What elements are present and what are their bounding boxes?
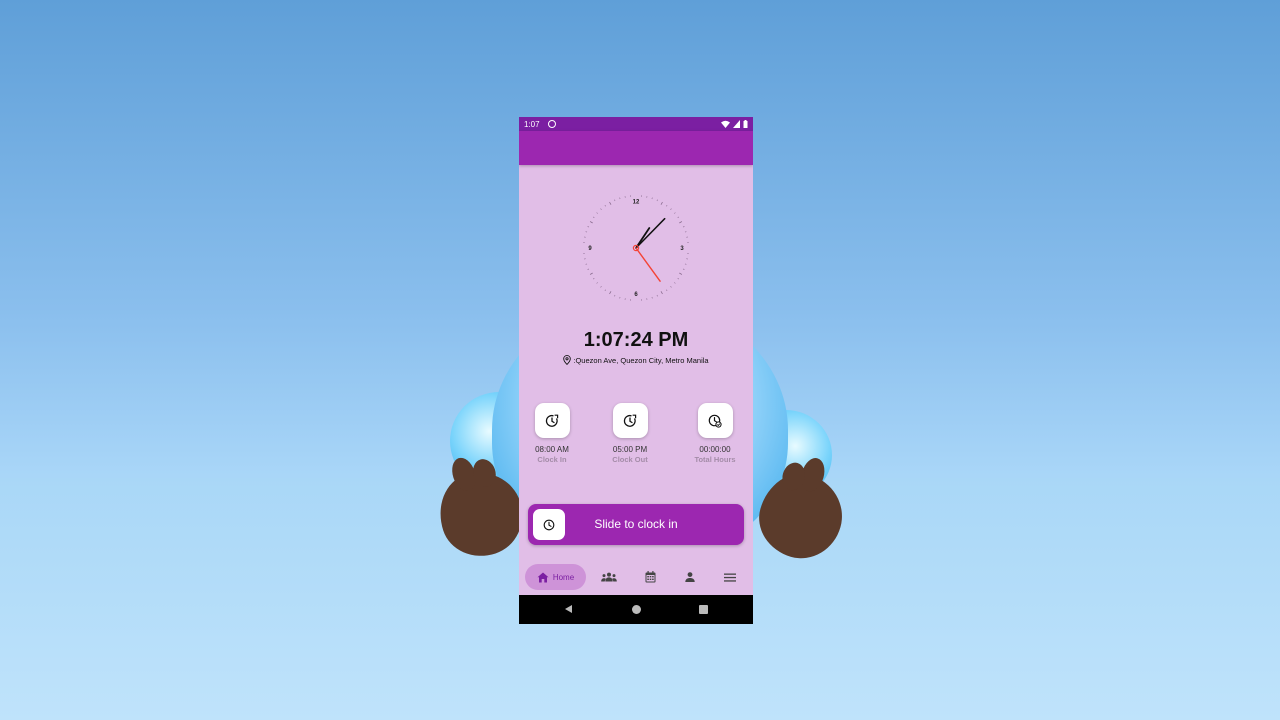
clock-tick bbox=[656, 294, 658, 297]
clock-tick bbox=[604, 289, 606, 292]
clock-tick bbox=[600, 208, 602, 210]
clock-tick bbox=[589, 221, 593, 224]
clock-minute-hand bbox=[635, 217, 666, 249]
clock-tick bbox=[674, 282, 676, 284]
recents-icon[interactable] bbox=[699, 605, 708, 614]
nav-calendar[interactable] bbox=[640, 564, 660, 590]
team-icon bbox=[601, 572, 617, 582]
clock-tick bbox=[679, 221, 683, 224]
person-icon bbox=[685, 572, 695, 582]
battery-icon bbox=[743, 120, 748, 128]
location-text: :Quezon Ave, Quezon City, Metro Manila bbox=[573, 355, 709, 365]
system-navigation-bar bbox=[519, 595, 753, 624]
sync-icon bbox=[547, 120, 556, 128]
clock-second-hand bbox=[635, 247, 661, 282]
menu-icon bbox=[724, 573, 736, 582]
clock-tick bbox=[592, 216, 595, 218]
clock-out-value: 05:00 PM bbox=[612, 445, 648, 454]
clock-tick bbox=[674, 212, 676, 214]
clock-tick bbox=[609, 291, 612, 295]
clock-numeral-12: 12 bbox=[633, 200, 640, 206]
nav-home[interactable]: Home bbox=[525, 564, 586, 590]
slider-knob[interactable] bbox=[533, 509, 565, 540]
slide-to-clock-in[interactable]: Slide to clock in bbox=[528, 504, 744, 545]
clock-tick bbox=[656, 199, 658, 202]
home-icon bbox=[537, 572, 549, 582]
clock-tick bbox=[660, 201, 663, 205]
current-time: 1:07:24 PM bbox=[583, 329, 689, 351]
clock-in-button[interactable] bbox=[534, 403, 570, 438]
total-hours-label: Total Hours bbox=[694, 455, 736, 464]
stat-clock-out: 05:00 PM Clock Out bbox=[598, 403, 662, 464]
nav-profile[interactable] bbox=[680, 564, 700, 590]
stat-clock-in: 08:00 AM Clock In bbox=[520, 403, 584, 464]
clock-tick bbox=[600, 286, 602, 288]
clock-in-value: 08:00 AM bbox=[535, 445, 569, 454]
clock-tick bbox=[666, 204, 668, 207]
status-bar: 1:07 bbox=[519, 117, 753, 131]
clock-out-label: Clock Out bbox=[612, 455, 648, 464]
bottom-nav: Home bbox=[519, 561, 753, 595]
clock-tick bbox=[596, 212, 598, 214]
nav-team[interactable] bbox=[599, 564, 619, 590]
clock-tick bbox=[614, 199, 616, 202]
analog-clock: 12 3 6 9 bbox=[583, 195, 689, 301]
clock-tick bbox=[679, 272, 683, 275]
phone-screen: 1:07 12 3 6 9 1:07:24 PM :Quezon Ave, Qu… bbox=[519, 117, 753, 624]
clock-in-icon bbox=[545, 414, 559, 427]
clock-tick bbox=[677, 216, 680, 218]
clock-tick bbox=[604, 204, 606, 207]
clock-tick bbox=[682, 268, 685, 270]
clock-icon bbox=[543, 519, 555, 530]
nav-home-label: Home bbox=[552, 572, 575, 582]
clock-tick bbox=[587, 226, 590, 228]
nav-menu[interactable] bbox=[720, 564, 740, 590]
location-pin-icon bbox=[563, 355, 572, 365]
clock-out-button[interactable] bbox=[612, 403, 648, 438]
clock-tick bbox=[592, 278, 595, 280]
clock-tick bbox=[670, 286, 672, 288]
calendar-icon bbox=[645, 571, 655, 583]
status-time: 1:07 bbox=[524, 119, 540, 129]
clock-tick bbox=[682, 226, 685, 228]
clock-tick bbox=[677, 278, 680, 280]
clock-tick bbox=[596, 282, 598, 284]
wifi-icon bbox=[721, 120, 730, 128]
clock-tick bbox=[660, 291, 663, 295]
stat-total-hours: 00:00:00 Total Hours bbox=[683, 403, 747, 464]
total-hours-value: 00:00:00 bbox=[699, 445, 731, 454]
clock-numeral-9: 9 bbox=[588, 246, 592, 252]
clock-tick bbox=[666, 289, 668, 292]
clock-tick bbox=[589, 272, 593, 275]
clock-out-icon bbox=[623, 414, 637, 427]
total-hours-icon bbox=[708, 414, 722, 428]
clock-in-label: Clock In bbox=[537, 455, 567, 464]
clock-tick bbox=[614, 294, 616, 297]
location-row: :Quezon Ave, Quezon City, Metro Manila bbox=[519, 355, 753, 365]
clock-tick bbox=[670, 208, 672, 210]
clock-tick bbox=[609, 201, 612, 205]
clock-numeral-3: 3 bbox=[680, 246, 684, 252]
clock-tick bbox=[587, 268, 590, 270]
home-circle-icon[interactable] bbox=[632, 605, 641, 614]
clock-numeral-6: 6 bbox=[634, 292, 638, 298]
total-hours-button[interactable] bbox=[697, 403, 733, 438]
back-icon[interactable] bbox=[565, 605, 572, 613]
app-bar bbox=[519, 131, 753, 165]
signal-icon bbox=[733, 120, 740, 128]
